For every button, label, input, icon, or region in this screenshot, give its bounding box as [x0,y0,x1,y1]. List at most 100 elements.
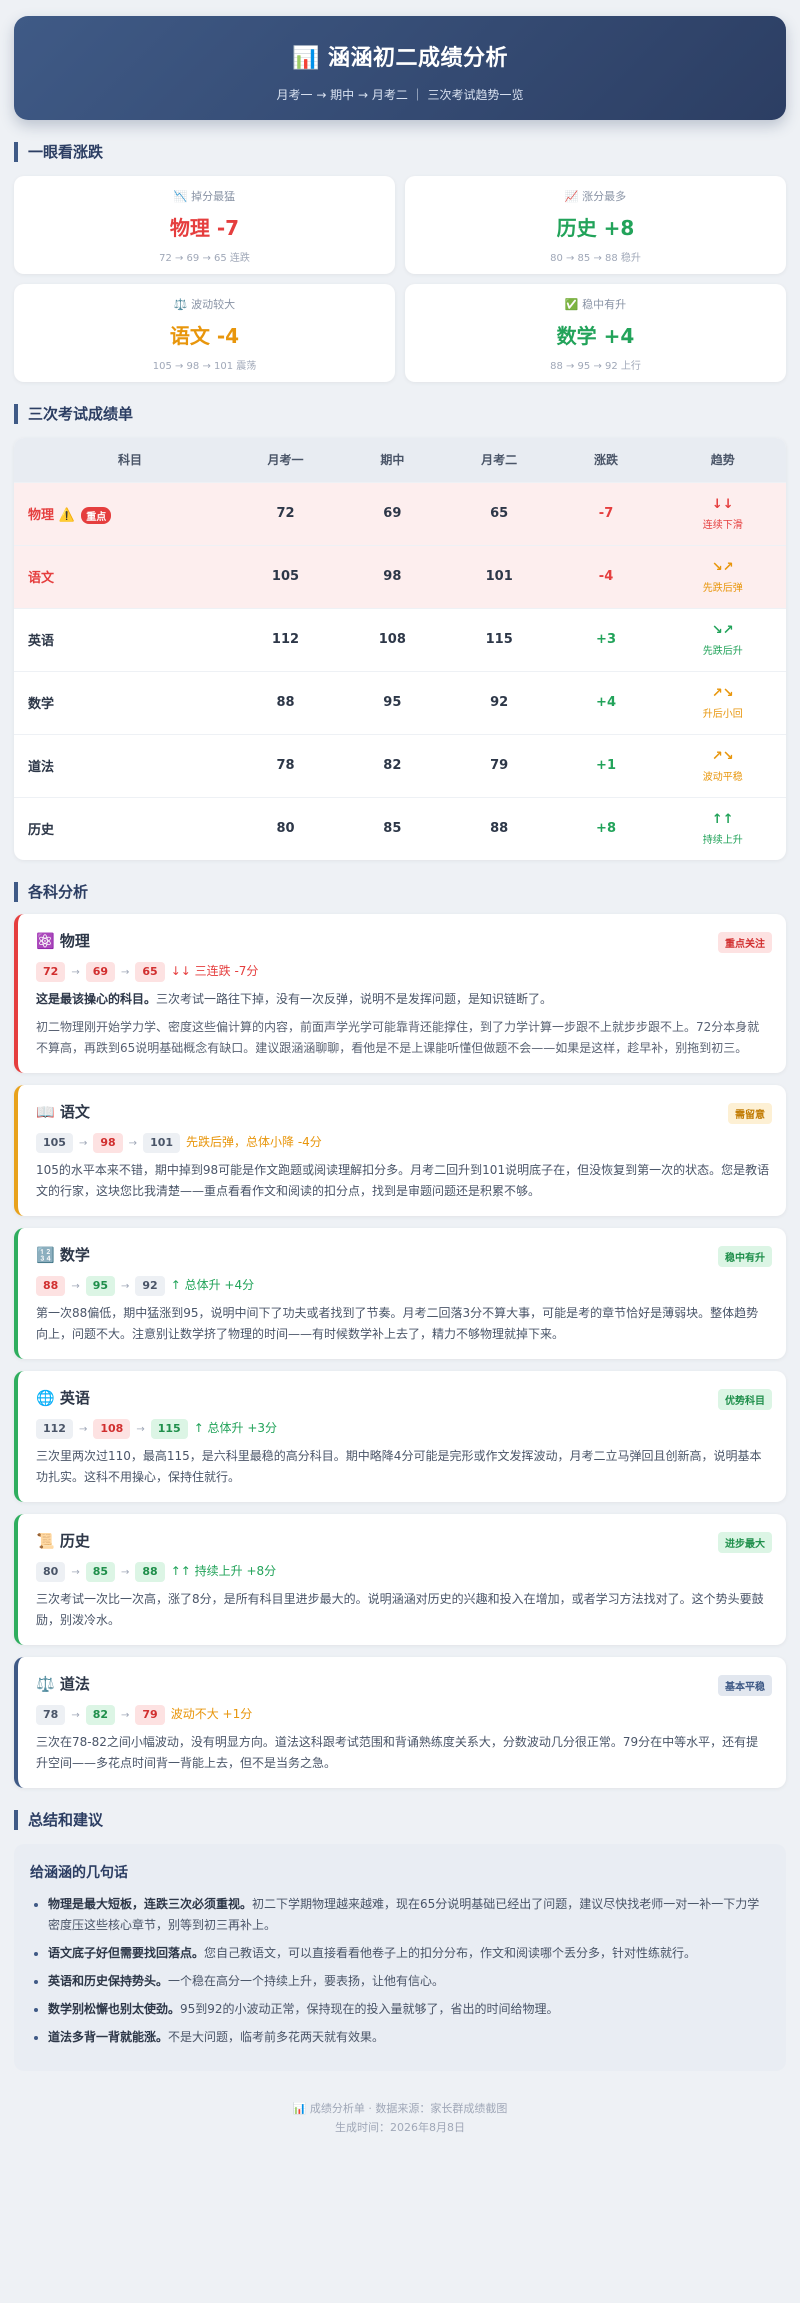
cell-score: 92 [445,670,553,734]
table-row: 英语 112 108 115 +3 ↘↗ 先跌后升 [14,607,786,671]
header-exam2: 月考二 [445,438,553,482]
stat-icon: ⚖️ [173,298,188,311]
section-title-table: 三次考试成绩单 [14,404,786,424]
summary-item: 语文底子好但需要找回落点。您自己教语文，可以直接看看他卷子上的扣分分布，作文和阅… [48,1943,770,1964]
score-chip: 65 [135,962,165,982]
cell-score: 112 [232,607,339,671]
cell-score: 65 [445,481,553,545]
arrow-right-icon: → [71,1567,80,1578]
arrow-right-icon: → [121,1281,130,1292]
stat-icon: ✅ [564,298,579,311]
page-footer: 📊 成绩分析单 · 数据来源：家长群成绩截图 生成时间：2026年8月8日 [14,2099,786,2137]
cell-score: 88 [445,796,553,860]
cell-score: 78 [232,733,339,797]
header-midterm: 期中 [338,438,446,482]
table-row: 数学 88 95 92 +4 ↗↘ 升后小回 [14,670,786,734]
status-badge: 稳中有升 [718,1246,772,1267]
subject-title: 物理 [59,932,90,950]
stat-label-text: 涨分最多 [582,190,627,203]
cell-trend: ↘↗ 先跌后升 [659,607,786,671]
cell-score: 80 [232,796,339,860]
score-chip: 85 [85,1562,116,1582]
header-trend: 趋势 [659,438,786,482]
cell-trend: ↗↘ 升后小回 [659,670,786,734]
arrow-right-icon: → [71,967,80,978]
arrow-right-icon: → [136,1424,145,1435]
subject-title: 道法 [59,1675,90,1693]
status-badge: 进步最大 [718,1532,772,1553]
arrow-right-icon: → [128,1138,138,1149]
score-chip: 112 [36,1419,73,1439]
cell-score: 115 [445,607,553,671]
score-chip: 72 [36,962,66,982]
summary-item-text: 95到92的小波动正常，保持现在的投入量就够了，省出的时间给物理。 [180,2002,559,2016]
subject-icon: 🔢 [36,1246,55,1264]
card-title: 🔢 数学 [36,1244,770,1266]
cell-trend: ↑↑ 持续上升 [659,796,786,860]
score-chip: 80 [36,1562,66,1582]
header-change: 涨跌 [552,438,660,482]
card-body: 初二物理刚开始学力学、密度这些偏计算的内容，前面声学光学可能靠背还能撑住，到了力… [36,1020,760,1055]
cell-score: 85 [338,796,446,860]
card-title: 📜 历史 [36,1530,770,1552]
card-body: 三次考试一次比一次高，涨了8分，是所有科目里进步最大的。说明涵涵对历史的兴趣和投… [36,1592,764,1627]
score-table-card: 科目 月考一 期中 月考二 涨跌 趋势 物理 ⚠️ 重点 72 69 65 -7 ↓↓ 连续… [14,438,786,860]
table-row: 物理 ⚠️ 重点 72 69 65 -7 ↓↓ 连续下滑 [14,481,786,545]
cell-score: 69 [338,481,446,545]
card-body: 第一次88偏低，期中猛涨到95，说明中间下了功夫或者找到了节奏。月考二回落3分不… [36,1306,759,1341]
page-subtitle: 月考一 → 期中 → 月考二 ｜ 三次考试趋势一览 [276,88,524,102]
summary-item-text: 一个稳在高分一个持续上升，要表扬，让他有信心。 [168,1974,445,1988]
card-body: 三次在78-82之间小幅波动，没有明显方向。道法这科跟考试范围和背诵熟练度关系大… [36,1735,759,1770]
key-badge: 重点 [81,506,112,524]
stat-value: 语文 -4 [169,324,240,348]
table-row: 语文 105 98 101 -4 ↘↗ 先跌后弹 [14,544,786,608]
score-chips: 78 → 82 → 79 波动不大 +1分 [36,1703,770,1725]
score-chip: 98 [93,1133,123,1153]
section-title-summary: 总结和建议 [14,1810,786,1830]
trend-note: 升后小回 [702,708,743,720]
subject-name: 物理 ⚠️ [28,507,75,523]
subject-icon: 📖 [36,1103,55,1121]
summary-item-text: 不是大问题，临考前多花两天就有效果。 [168,2030,385,2044]
stat-label: ⚖️ 波动较大 [14,296,395,312]
trend-conclusion: 先跌后弹，总体小降 -4分 [186,1135,322,1149]
stat-label: 📈 涨分最多 [405,188,786,204]
summary-item: 道法多背一背就能涨。不是大问题，临考前多花两天就有效果。 [48,2027,770,2048]
score-chips: 88 → 95 → 92 ↑ 总体升 +4分 [36,1274,770,1296]
cell-change: +4 [552,670,660,734]
score-chip: 79 [135,1705,165,1725]
trend-conclusion: ↓↓ 三连跌 -7分 [170,964,259,978]
subject-icon: 📜 [36,1532,55,1550]
arrow-right-icon: → [71,1710,80,1721]
score-chip: 95 [85,1276,116,1296]
summary-title: 给涵涵的几句话 [30,1865,128,1881]
section-title-overview: 一眼看涨跌 [14,142,786,162]
lead-text: 三次考试一路往下掉，没有一次反弹，说明不是发挥问题，是知识链断了。 [156,992,553,1006]
subject-name: 数学 [28,697,55,712]
cell-trend: ↘↗ 先跌后弹 [659,544,786,608]
table-row: 道法 78 82 79 +1 ↗↘ 波动平稳 [14,733,786,797]
trend-arrow-icon: ↘↗ [711,622,734,638]
stat-label: 📉 掉分最猛 [14,188,395,204]
stat-detail: 105 → 98 → 101 震荡 [152,361,257,372]
cell-score: 79 [445,733,553,797]
chart-icon: 📊 [291,46,320,71]
summary-card: 给涵涵的几句话 物理是最大短板，连跌三次必须重视。初二下学期物理越来越难，现在6… [14,1844,786,2071]
subject-name: 英语 [28,634,55,649]
status-badge: 优势科目 [718,1389,772,1410]
subject-card: 🔢 数学 稳中有升 88 → 95 → 92 ↑ 总体升 +4分 第一次88偏低，期中猛涨到95… [14,1228,786,1359]
stat-label-text: 掉分最猛 [191,190,236,203]
score-table: 科目 月考一 期中 月考二 涨跌 趋势 物理 ⚠️ 重点 72 69 65 -7 ↓↓ 连续… [14,438,786,860]
stat-value: 历史 +8 [556,216,635,240]
subject-card: 📖 语文 需留意 105 → 98 → 101 先跌后弹，总体小降 -4分 105的水平本来不错… [14,1085,786,1216]
footer-source: 📊 成绩分析单 · 数据来源：家长群成绩截图 [292,2102,508,2115]
cell-subject: 语文 [14,544,233,608]
cell-subject: 物理 ⚠️ 重点 [14,481,233,545]
subject-card: 🌐 英语 优势科目 112 → 108 → 115 ↑ 总体升 +3分 三次里两次过110，最高… [14,1371,786,1502]
summary-item-bold: 物理是最大短板，连跌三次必须重视。 [48,1897,253,1911]
cell-trend: ↗↘ 波动平稳 [659,733,786,797]
page-header: 📊 涵涵初二成绩分析 月考一 → 期中 → 月考二 ｜ 三次考试趋势一览 [14,16,786,120]
score-chip: 108 [93,1419,131,1439]
cell-score: 82 [338,733,446,797]
cell-score: 108 [338,607,446,671]
